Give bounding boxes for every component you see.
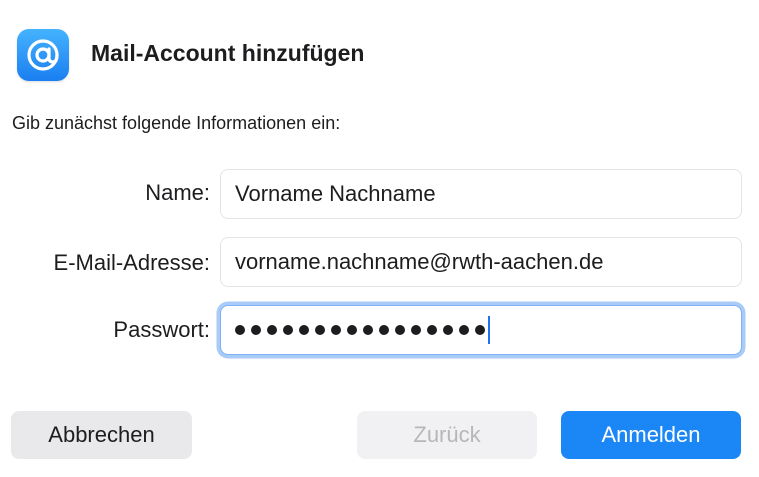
email-field[interactable]: vorname.nachname@rwth-aachen.de — [220, 237, 742, 287]
password-mask — [235, 325, 491, 335]
password-dot — [299, 325, 309, 335]
password-label: Passwort: — [113, 317, 210, 342]
name-field[interactable]: Vorname Nachname — [220, 169, 742, 219]
password-dot — [379, 325, 389, 335]
email-label: E-Mail-Adresse: — [53, 250, 210, 275]
password-dot — [347, 325, 357, 335]
password-dot — [475, 325, 485, 335]
password-dot — [395, 325, 405, 335]
dialog-title: Mail-Account hinzufügen — [91, 40, 365, 66]
password-dot — [363, 325, 373, 335]
email-field-value: vorname.nachname@rwth-aachen.de — [235, 249, 604, 274]
password-dot — [283, 325, 293, 335]
text-caret — [488, 316, 490, 344]
back-button[interactable]: Zurück — [357, 411, 537, 459]
login-button[interactable]: Anmelden — [561, 411, 741, 459]
name-label: Name: — [145, 180, 210, 205]
password-dot — [267, 325, 277, 335]
intro-text: Gib zunächst folgende Informationen ein: — [12, 113, 341, 133]
password-dot — [251, 325, 261, 335]
password-dot — [331, 325, 341, 335]
password-dot — [459, 325, 469, 335]
password-dot — [427, 325, 437, 335]
password-dot — [315, 325, 325, 335]
password-dot — [235, 325, 245, 335]
password-field[interactable] — [220, 305, 742, 355]
password-dot — [411, 325, 421, 335]
name-field-value: Vorname Nachname — [235, 181, 436, 206]
mail-at-icon — [17, 29, 69, 81]
cancel-button[interactable]: Abbrechen — [11, 411, 192, 459]
password-dot — [443, 325, 453, 335]
